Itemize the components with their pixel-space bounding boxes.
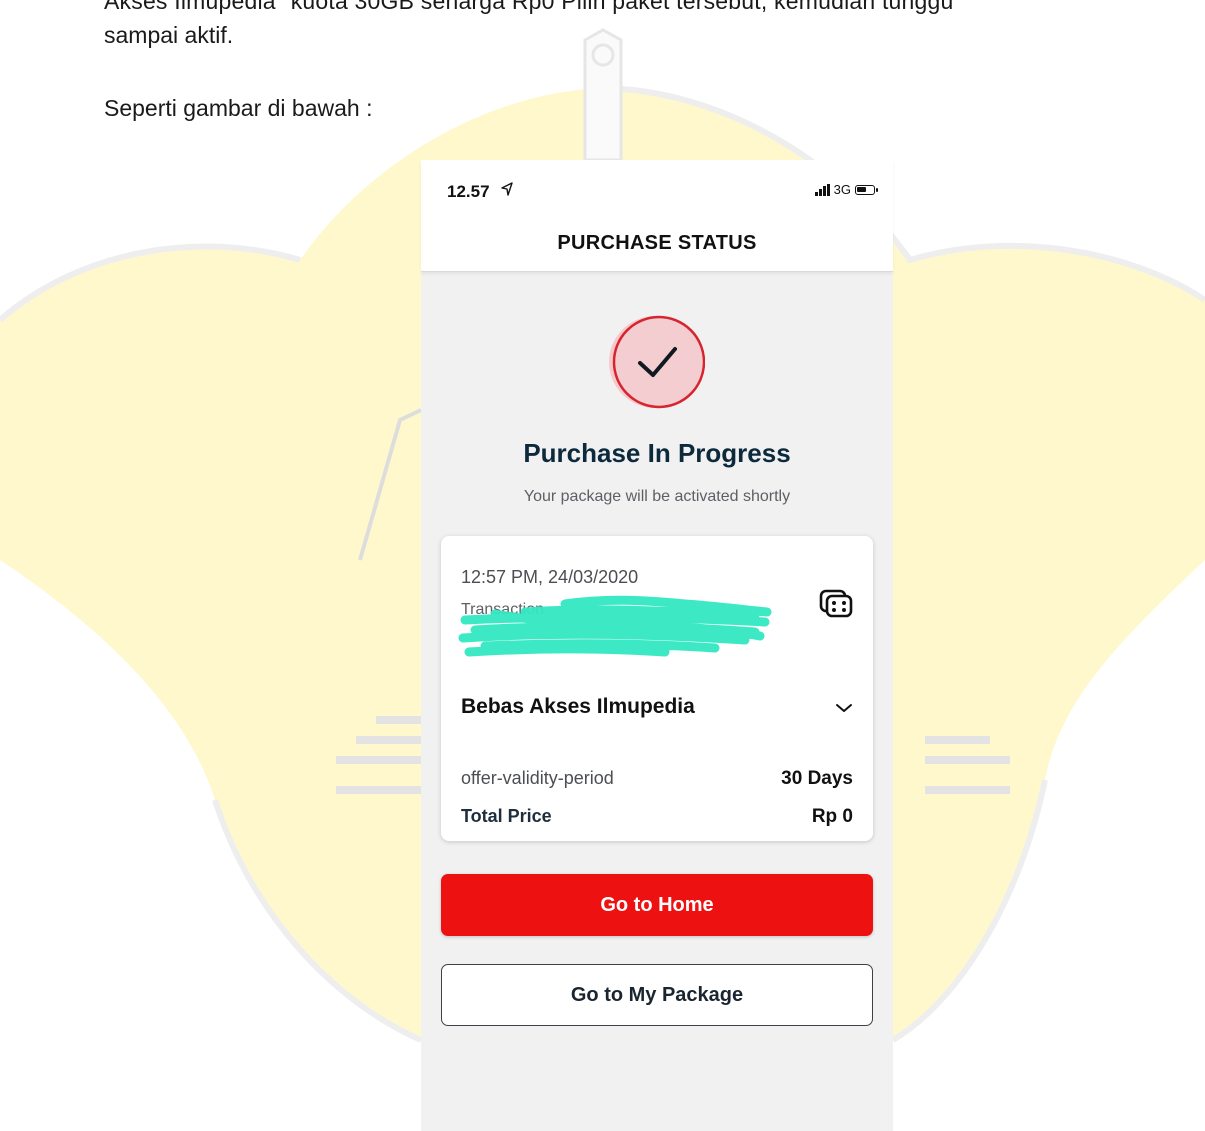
package-name: Bebas Akses Ilmupedia [461,695,695,718]
go-to-home-button[interactable]: Go to Home [441,874,873,936]
status-headline: Purchase In Progress [523,438,791,468]
copy-icon[interactable] [819,589,853,619]
status-bar-indicators: 3G [814,182,878,197]
validity-label: offer-validity-period [461,768,614,788]
document-paragraph-line: sampai aktif. [104,22,234,48]
check-circle-icon [609,315,705,409]
transaction-datetime: 12:57 PM, 24/03/2020 [461,567,639,587]
chevron-down-icon[interactable] [833,699,855,717]
go-to-my-package-button[interactable]: Go to My Package [441,964,873,1026]
network-type: 3G [833,182,851,197]
total-price-label: Total Price [461,806,552,826]
status-bar-time: 12.57 [447,182,490,201]
validity-value: 30 Days [781,768,853,789]
document-paragraph-line: Akses Ilmupedia" kuota 30GB seharga Rp0 … [104,0,954,14]
total-price-value: Rp 0 [811,806,853,827]
app-header: 12.57 3G PURCHASE STATUS [421,160,893,272]
redaction-scribble [458,595,772,657]
document-caption: Seperti gambar di bawah : [104,95,373,121]
battery-icon [855,184,878,195]
status-subtitle: Your package will be activated shortly [523,488,791,505]
location-arrow-icon [501,182,513,196]
transaction-card: 12:57 PM, 24/03/2020 Transaction Bebas A… [441,536,873,841]
page-title: PURCHASE STATUS [557,232,757,254]
signal-icon [814,183,830,196]
phone-screenshot: 12.57 3G PURCHASE STATUS Purchase In Pro… [421,160,893,1131]
